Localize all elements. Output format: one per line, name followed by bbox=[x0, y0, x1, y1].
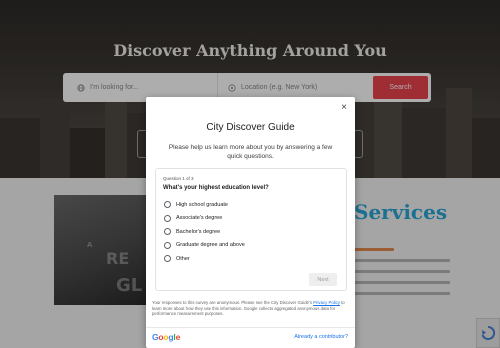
question-counter: Question 1 of 3 bbox=[163, 176, 194, 181]
radio-button[interactable] bbox=[164, 201, 171, 209]
radio-button[interactable] bbox=[164, 255, 171, 263]
survey-disclaimer: Your responses to this survey are anonym… bbox=[152, 300, 350, 317]
answer-option-label: Associate's degree bbox=[176, 215, 223, 222]
footer-divider bbox=[146, 327, 355, 328]
answer-options: High school graduate Associate's degree … bbox=[164, 198, 245, 266]
contributor-link[interactable]: Already a contributor? bbox=[294, 334, 348, 340]
radio-button[interactable] bbox=[164, 228, 171, 236]
privacy-policy-link[interactable]: Privacy Policy bbox=[313, 300, 340, 305]
answer-option-label: High school graduate bbox=[176, 201, 228, 208]
radio-button[interactable] bbox=[164, 214, 171, 222]
answer-option[interactable]: Other bbox=[164, 252, 245, 266]
question-text: What's your highest education level? bbox=[163, 185, 269, 191]
answer-option-label: Graduate degree and above bbox=[176, 242, 245, 249]
close-icon[interactable]: × bbox=[339, 103, 349, 113]
survey-title: City Discover Guide bbox=[206, 122, 295, 133]
answer-option-label: Other bbox=[176, 255, 190, 262]
answer-option[interactable]: Bachelor's degree bbox=[164, 225, 245, 239]
survey-dialog: × City Discover Guide Please help us lea… bbox=[146, 97, 355, 348]
answer-option-label: Bachelor's degree bbox=[176, 228, 221, 235]
answer-option[interactable]: Associate's degree bbox=[164, 212, 245, 226]
answer-option[interactable]: High school graduate bbox=[164, 198, 245, 212]
google-logo: Google bbox=[152, 332, 181, 342]
survey-subtitle: Please help us learn more about you by a… bbox=[168, 144, 333, 160]
answer-option[interactable]: Graduate degree and above bbox=[164, 239, 245, 253]
disclaimer-text: Your responses to this survey are anonym… bbox=[152, 300, 314, 305]
next-button[interactable]: Next bbox=[309, 273, 337, 286]
radio-button[interactable] bbox=[164, 241, 171, 249]
question-card: Question 1 of 3 What's your highest educ… bbox=[155, 168, 347, 291]
